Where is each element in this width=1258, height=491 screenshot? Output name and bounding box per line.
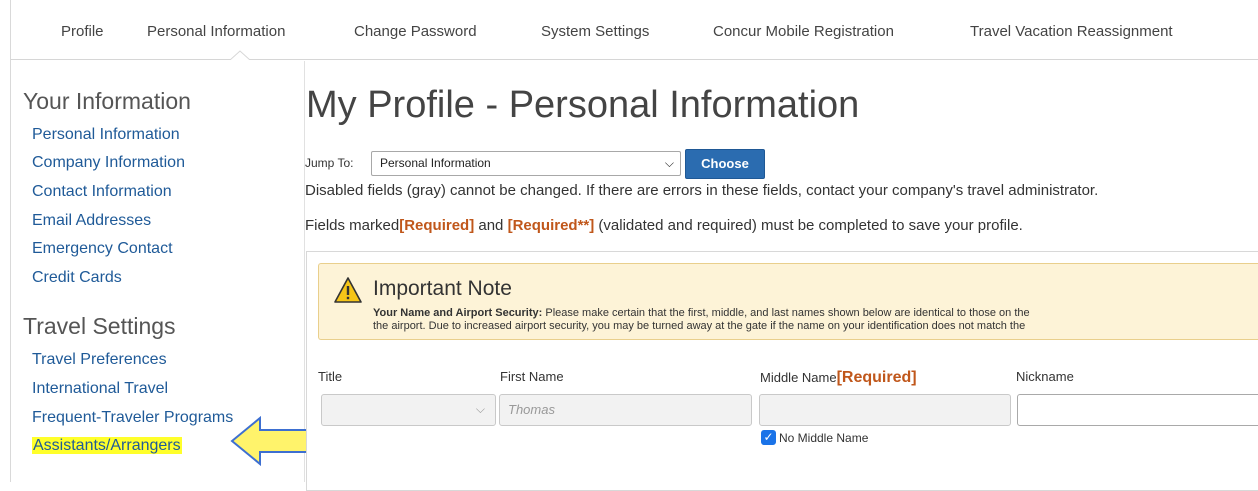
- tab-system-settings[interactable]: System Settings: [541, 23, 649, 40]
- important-note-title: Important Note: [373, 277, 512, 300]
- warning-triangle-icon: [334, 277, 362, 303]
- note-line-2: the airport. Due to increased airport se…: [373, 320, 1026, 332]
- title-label: Title: [318, 369, 343, 384]
- tab-underline: [11, 59, 1258, 60]
- sidebar-item-credit-cards[interactable]: Credit Cards: [32, 269, 122, 287]
- no-middle-name-label: No Middle Name: [779, 431, 869, 445]
- checkmark-icon: ✓: [763, 430, 774, 444]
- jump-to-label: Jump To:: [305, 156, 354, 170]
- first-name-input[interactable]: Thomas: [499, 394, 752, 426]
- note-bold-prefix: Your Name and Airport Security:: [373, 307, 543, 319]
- tab-personal-information[interactable]: Personal Information: [147, 23, 285, 40]
- required-tag: [Required]: [399, 217, 475, 234]
- disabled-fields-note: Disabled fields (gray) cannot be changed…: [305, 182, 1099, 199]
- highlighted-link-text: Assistants/Arrangers: [32, 437, 182, 454]
- sidebar-item-assistants-arrangers[interactable]: Assistants/Arrangers: [32, 437, 182, 455]
- chevron-down-icon: ⌵: [475, 402, 485, 416]
- tab-travel-vacation-reassignment[interactable]: Travel Vacation Reassignment: [970, 23, 1173, 40]
- required-note-suffix: (validated and required) must be complet…: [594, 217, 1023, 234]
- note-line-1-text: Please make certain that the first, midd…: [542, 307, 1030, 319]
- nickname-input[interactable]: [1017, 394, 1258, 426]
- no-middle-name-checkbox[interactable]: ✓: [761, 430, 776, 445]
- tab-change-password[interactable]: Change Password: [354, 23, 477, 40]
- sidebar-item-international-travel[interactable]: International Travel: [32, 380, 168, 398]
- choose-button[interactable]: Choose: [685, 149, 765, 179]
- jump-to-select[interactable]: Personal Information ⌵: [371, 151, 681, 176]
- sidebar-item-travel-preferences[interactable]: Travel Preferences: [32, 351, 167, 369]
- top-navigation: Profile Personal Information Change Pass…: [11, 0, 1258, 60]
- sidebar-item-emergency-contact[interactable]: Emergency Contact: [32, 240, 173, 258]
- required-fields-note: Fields marked[Required] and [Required**]…: [305, 217, 1023, 234]
- note-line-1: Your Name and Airport Security: Please m…: [373, 307, 1258, 320]
- chevron-down-icon: ⌵: [664, 156, 674, 170]
- page-title: My Profile - Personal Information: [306, 84, 860, 126]
- tab-concur-mobile-registration[interactable]: Concur Mobile Registration: [713, 23, 894, 40]
- required-star-tag: [Required**]: [507, 217, 595, 234]
- required-note-prefix: Fields marked: [305, 217, 400, 234]
- sidebar-heading-travel-settings: Travel Settings: [23, 313, 176, 339]
- middle-name-required-tag: [Required]: [836, 369, 917, 386]
- nickname-label: Nickname: [1016, 369, 1074, 384]
- tab-profile[interactable]: Profile: [61, 23, 104, 40]
- sidebar-item-personal-information[interactable]: Personal Information: [32, 126, 180, 144]
- sidebar-item-frequent-traveler-programs[interactable]: Frequent-Traveler Programs: [32, 409, 233, 427]
- sidebar-item-email-addresses[interactable]: Email Addresses: [32, 212, 151, 230]
- sidebar-heading-your-information: Your Information: [23, 88, 191, 114]
- jump-to-value: Personal Information: [380, 156, 491, 170]
- middle-name-label: Middle Name[Required]: [760, 369, 917, 387]
- active-tab-caret-icon: [230, 50, 250, 60]
- middle-name-label-text: Middle Name: [760, 370, 837, 385]
- title-select[interactable]: ⌵: [321, 394, 496, 426]
- first-name-label: First Name: [500, 369, 564, 384]
- required-note-and: and: [474, 217, 508, 234]
- important-note-text: Your Name and Airport Security: Please m…: [373, 307, 1258, 333]
- middle-name-input[interactable]: [759, 394, 1011, 426]
- sidebar-item-company-information[interactable]: Company Information: [32, 154, 185, 172]
- sidebar-item-contact-information[interactable]: Contact Information: [32, 183, 172, 201]
